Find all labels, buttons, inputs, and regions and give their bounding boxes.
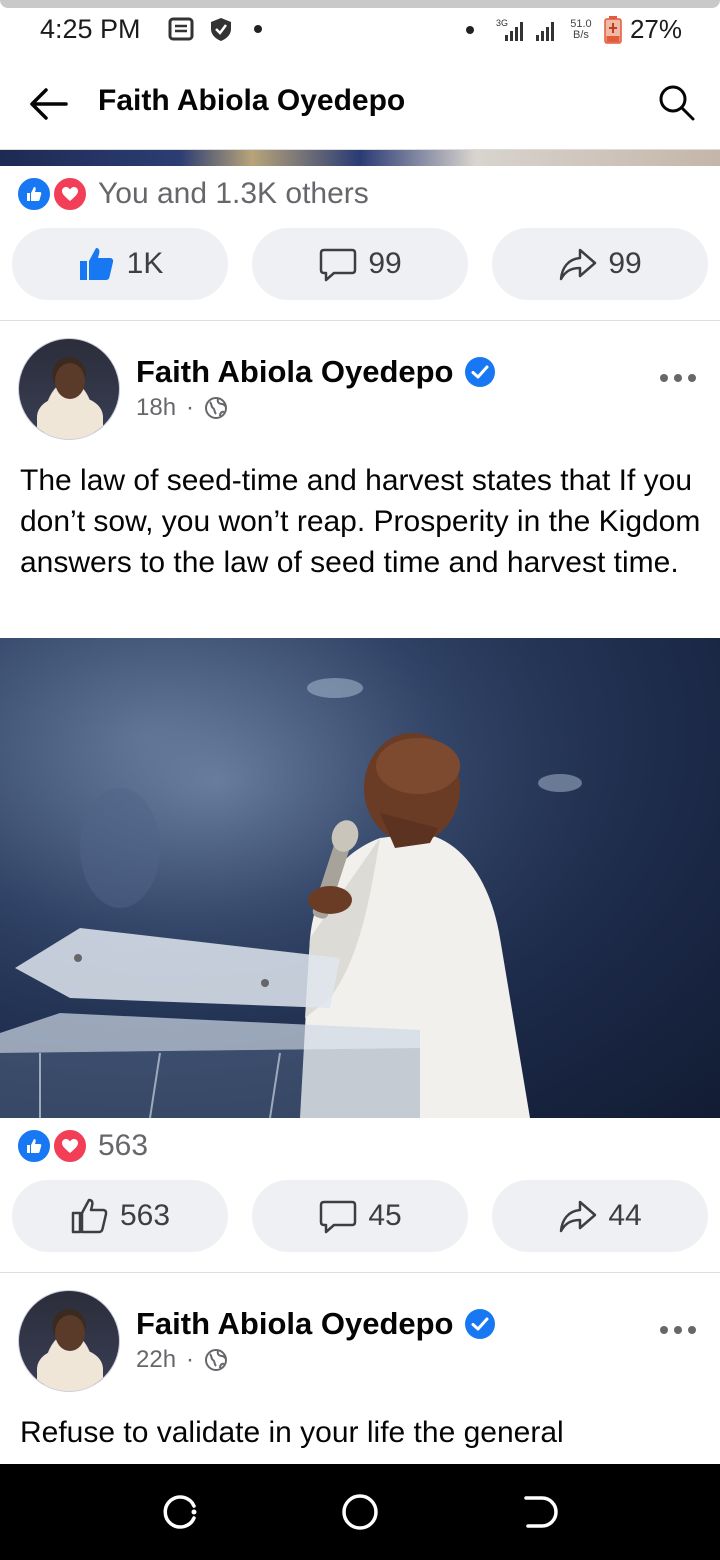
avatar[interactable] xyxy=(18,1290,120,1392)
notification-icons xyxy=(168,16,262,42)
globe-icon xyxy=(205,1349,228,1371)
notification-dot xyxy=(254,25,262,33)
reaction-icons xyxy=(16,176,92,212)
like-button[interactable]: 1K xyxy=(12,228,228,300)
reaction-count-text: You and 1.3K others xyxy=(98,177,369,210)
thumbs-up-icon xyxy=(71,1198,108,1234)
comment-button[interactable]: 99 xyxy=(252,228,468,300)
like-reaction-icon xyxy=(16,1128,52,1164)
post-meta: 18h · xyxy=(136,394,228,422)
verified-badge-icon xyxy=(464,357,495,387)
net-speed: 51.0 B/s xyxy=(566,17,596,41)
globe-icon xyxy=(205,397,228,419)
status-right: 3G 51.0 B/s 27% xyxy=(465,14,682,45)
status-bar: 4:25 PM 3G 51.0 B/s 27% xyxy=(0,0,720,58)
recent-apps-icon[interactable] xyxy=(160,1492,200,1532)
previous-post-image[interactable] xyxy=(0,150,720,166)
post-text: The law of seed-time and harvest states … xyxy=(20,464,701,579)
post-time: 18h xyxy=(136,394,177,421)
post-meta: 22h · xyxy=(136,1346,228,1374)
reaction-summary[interactable]: 563 xyxy=(16,1128,148,1164)
signal-icon: 3G xyxy=(496,18,523,41)
shield-icon xyxy=(211,18,231,41)
meta-separator: · xyxy=(186,1346,195,1373)
like-button[interactable]: 563 xyxy=(12,1180,228,1252)
net-speed-unit: B/s xyxy=(573,28,589,41)
status-time: 4:25 PM xyxy=(40,14,141,44)
reaction-icons xyxy=(16,1128,92,1164)
net-speed-value: 51.0 xyxy=(570,17,592,30)
page-header: Faith Abiola Oyedepo xyxy=(0,58,720,150)
share-icon xyxy=(560,248,597,281)
post-header: Faith Abiola Oyedepo 18h · xyxy=(18,338,708,442)
share-icon xyxy=(560,1200,597,1233)
post-author[interactable]: Faith Abiola Oyedepo xyxy=(136,354,496,390)
network-type-label: 3G xyxy=(496,18,508,28)
comment-count: 99 xyxy=(368,247,402,280)
post-header: Faith Abiola Oyedepo 22h · xyxy=(18,1290,708,1394)
status-dot xyxy=(465,25,474,34)
post-text: Refuse to validate in your life the gene… xyxy=(20,1416,564,1449)
more-options-icon[interactable] xyxy=(658,1320,698,1340)
post-actions: 563 45 44 xyxy=(12,1180,708,1252)
page-title: Faith Abiola Oyedepo xyxy=(98,84,406,117)
message-notification-icon xyxy=(168,17,194,41)
post-time: 22h xyxy=(136,1346,177,1373)
battery-percent: 27% xyxy=(629,14,682,44)
reaction-count-text: 563 xyxy=(98,1129,149,1162)
avatar[interactable] xyxy=(18,338,120,440)
system-nav-bar xyxy=(0,1464,720,1560)
post-photo[interactable] xyxy=(0,638,720,1118)
battery-icon xyxy=(604,15,622,44)
comment-button[interactable]: 45 xyxy=(252,1180,468,1252)
thumbs-up-filled-icon xyxy=(79,248,113,280)
preacher-photo-illustration xyxy=(0,638,720,1118)
like-reaction-icon xyxy=(16,176,52,212)
comment-count: 45 xyxy=(368,1199,402,1232)
search-icon[interactable] xyxy=(656,82,696,122)
comment-icon xyxy=(320,248,357,282)
verified-badge-icon xyxy=(464,1309,495,1339)
share-count: 44 xyxy=(608,1199,642,1232)
post-author[interactable]: Faith Abiola Oyedepo xyxy=(136,1306,496,1342)
love-reaction-icon xyxy=(52,176,88,212)
meta-separator: · xyxy=(186,394,195,421)
post-author-name: Faith Abiola Oyedepo xyxy=(136,354,454,389)
post-author-name: Faith Abiola Oyedepo xyxy=(136,1306,454,1341)
share-button[interactable]: 99 xyxy=(492,228,708,300)
signal-icon-2 xyxy=(535,21,554,41)
more-options-icon[interactable] xyxy=(658,368,698,388)
status-bar-edge xyxy=(0,0,720,8)
like-count: 563 xyxy=(119,1199,171,1232)
back-nav-icon[interactable] xyxy=(520,1492,560,1532)
like-count: 1K xyxy=(126,247,164,280)
love-reaction-icon xyxy=(52,1128,88,1164)
reaction-summary[interactable]: You and 1.3K others xyxy=(16,176,369,212)
share-count: 99 xyxy=(608,247,642,280)
comment-icon xyxy=(320,1200,357,1234)
arrow-left-icon[interactable] xyxy=(26,82,70,126)
post-actions: 1K 99 99 xyxy=(12,228,708,300)
post-divider xyxy=(0,1272,720,1273)
share-button[interactable]: 44 xyxy=(492,1180,708,1252)
home-icon[interactable] xyxy=(340,1492,380,1532)
post-divider xyxy=(0,320,720,321)
